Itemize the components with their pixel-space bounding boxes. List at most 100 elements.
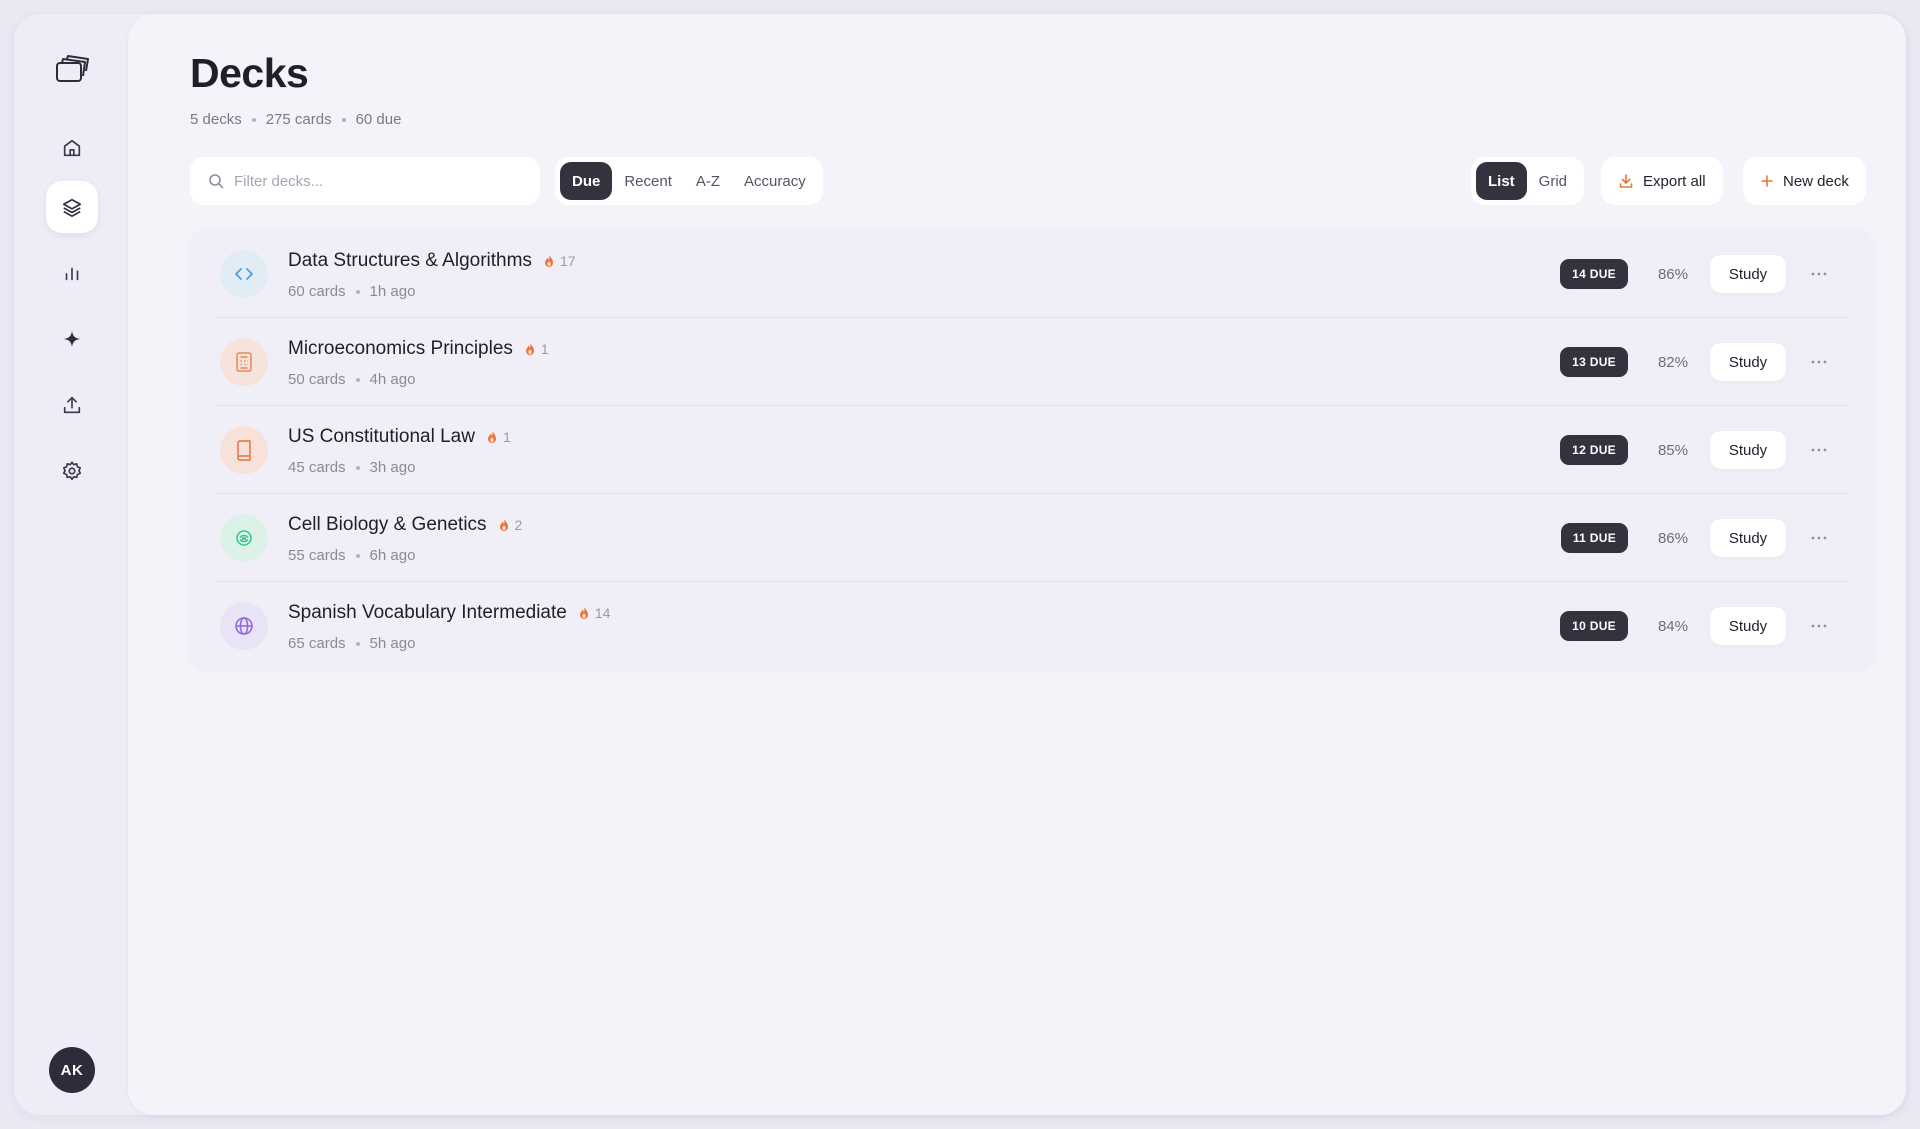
summary-decks: 5 decks bbox=[190, 111, 242, 128]
flame-icon bbox=[579, 607, 588, 619]
more-options-icon[interactable] bbox=[1804, 611, 1834, 641]
separator-dot bbox=[355, 289, 360, 294]
deck-title-row: Data Structures & Algorithms 17 bbox=[288, 250, 576, 272]
plus-icon bbox=[1760, 174, 1774, 188]
last-studied: 5h ago bbox=[369, 635, 416, 652]
nav-decks[interactable] bbox=[46, 181, 98, 233]
nav-sparkle[interactable] bbox=[46, 313, 98, 365]
export-all-label: Export all bbox=[1643, 172, 1706, 190]
streak-count: 14 bbox=[594, 605, 611, 621]
summary-due: 60 due bbox=[355, 111, 402, 128]
deck-row[interactable]: Microeconomics Principles 1 50 cards 4h … bbox=[216, 318, 1848, 406]
streak: 14 bbox=[579, 605, 611, 621]
last-studied: 1h ago bbox=[369, 283, 416, 300]
deck-name[interactable]: US Constitutional Law bbox=[288, 426, 475, 448]
card-count: 50 cards bbox=[288, 371, 346, 388]
accuracy: 85% bbox=[1657, 442, 1688, 459]
sort-tabs: Due Recent A-Z Accuracy bbox=[555, 157, 823, 205]
code-icon bbox=[220, 250, 268, 298]
tab-a-z[interactable]: A-Z bbox=[684, 162, 732, 200]
book-icon bbox=[220, 426, 268, 474]
separator-dot bbox=[341, 117, 346, 122]
deck-summary: 5 decks 275 cards 60 due bbox=[190, 111, 401, 128]
view-grid[interactable]: Grid bbox=[1527, 162, 1579, 200]
globe-icon bbox=[220, 602, 268, 650]
deck-row[interactable]: Spanish Vocabulary Intermediate 14 65 ca… bbox=[216, 582, 1848, 670]
streak: 17 bbox=[544, 253, 576, 269]
due-badge: 11 DUE bbox=[1560, 523, 1628, 553]
search-box[interactable] bbox=[190, 157, 540, 205]
search-input[interactable] bbox=[234, 172, 514, 190]
deck-name[interactable]: Cell Biology & Genetics bbox=[288, 514, 487, 536]
separator-dot bbox=[355, 641, 360, 646]
due-badge: 14 DUE bbox=[1560, 259, 1628, 289]
nav-settings[interactable] bbox=[46, 445, 98, 497]
download-icon bbox=[1618, 173, 1634, 189]
deck-row[interactable]: US Constitutional Law 1 45 cards 3h ago … bbox=[216, 406, 1848, 494]
more-options-icon[interactable] bbox=[1804, 259, 1834, 289]
card-count: 55 cards bbox=[288, 547, 346, 564]
separator-dot bbox=[355, 377, 360, 382]
stats-icon bbox=[65, 267, 79, 281]
flame-icon bbox=[525, 343, 534, 355]
flame-icon bbox=[499, 519, 508, 531]
cell-icon bbox=[220, 514, 268, 562]
more-options-icon[interactable] bbox=[1804, 435, 1834, 465]
last-studied: 4h ago bbox=[369, 371, 416, 388]
decks-icon bbox=[62, 198, 82, 217]
tab-due[interactable]: Due bbox=[560, 162, 613, 200]
streak: 1 bbox=[525, 341, 549, 357]
deck-row[interactable]: Cell Biology & Genetics 2 55 cards 6h ag… bbox=[216, 494, 1848, 582]
deck-row[interactable]: Data Structures & Algorithms 17 60 cards… bbox=[216, 230, 1848, 318]
summary-cards: 275 cards bbox=[265, 111, 332, 128]
study-button[interactable]: Study bbox=[1710, 519, 1786, 557]
export-all-button[interactable]: Export all bbox=[1601, 157, 1723, 205]
deck-meta: 60 cards 1h ago bbox=[288, 283, 415, 300]
deck-title-row: Spanish Vocabulary Intermediate 14 bbox=[288, 602, 610, 624]
deck-meta: 65 cards 5h ago bbox=[288, 635, 415, 652]
study-button[interactable]: Study bbox=[1710, 343, 1786, 381]
deck-title-row: Microeconomics Principles 1 bbox=[288, 338, 549, 360]
deck-name[interactable]: Spanish Vocabulary Intermediate bbox=[288, 602, 567, 624]
deck-title-row: Cell Biology & Genetics 2 bbox=[288, 514, 522, 536]
due-badge: 10 DUE bbox=[1560, 611, 1628, 641]
calculator-icon bbox=[220, 338, 268, 386]
more-options-icon[interactable] bbox=[1804, 347, 1834, 377]
accuracy: 82% bbox=[1657, 354, 1688, 371]
main-panel: Decks 5 decks 275 cards 60 due Due Recen… bbox=[128, 14, 1906, 1115]
accuracy: 86% bbox=[1657, 530, 1688, 547]
due-badge: 13 DUE bbox=[1560, 347, 1628, 377]
nav-home[interactable] bbox=[46, 122, 98, 174]
study-button[interactable]: Study bbox=[1710, 255, 1786, 293]
upload-icon bbox=[63, 396, 81, 414]
separator-dot bbox=[251, 117, 256, 122]
deck-name[interactable]: Microeconomics Principles bbox=[288, 338, 513, 360]
sparkle-icon bbox=[63, 330, 81, 348]
deck-name[interactable]: Data Structures & Algorithms bbox=[288, 250, 532, 272]
avatar[interactable]: AK bbox=[49, 1047, 95, 1093]
app-logo-icon[interactable] bbox=[50, 48, 94, 92]
study-button[interactable]: Study bbox=[1710, 607, 1786, 645]
view-list[interactable]: List bbox=[1476, 162, 1527, 200]
study-button[interactable]: Study bbox=[1710, 431, 1786, 469]
more-options-icon[interactable] bbox=[1804, 523, 1834, 553]
nav-upload[interactable] bbox=[46, 379, 98, 431]
deck-meta: 45 cards 3h ago bbox=[288, 459, 415, 476]
nav-stats[interactable] bbox=[46, 247, 98, 299]
new-deck-button[interactable]: New deck bbox=[1743, 157, 1866, 205]
streak: 2 bbox=[499, 517, 523, 533]
flame-icon bbox=[487, 431, 496, 443]
streak: 1 bbox=[487, 429, 511, 445]
tab-recent[interactable]: Recent bbox=[612, 162, 684, 200]
accuracy: 86% bbox=[1657, 266, 1688, 283]
tab-accuracy[interactable]: Accuracy bbox=[732, 162, 818, 200]
deck-list: Data Structures & Algorithms 17 60 cards… bbox=[190, 230, 1874, 670]
streak-count: 1 bbox=[540, 341, 549, 357]
page-title: Decks bbox=[190, 50, 309, 96]
new-deck-label: New deck bbox=[1783, 172, 1849, 190]
separator-dot bbox=[355, 553, 360, 558]
due-badge: 12 DUE bbox=[1560, 435, 1628, 465]
streak-count: 2 bbox=[514, 517, 523, 533]
search-icon bbox=[209, 174, 224, 189]
last-studied: 6h ago bbox=[369, 547, 416, 564]
